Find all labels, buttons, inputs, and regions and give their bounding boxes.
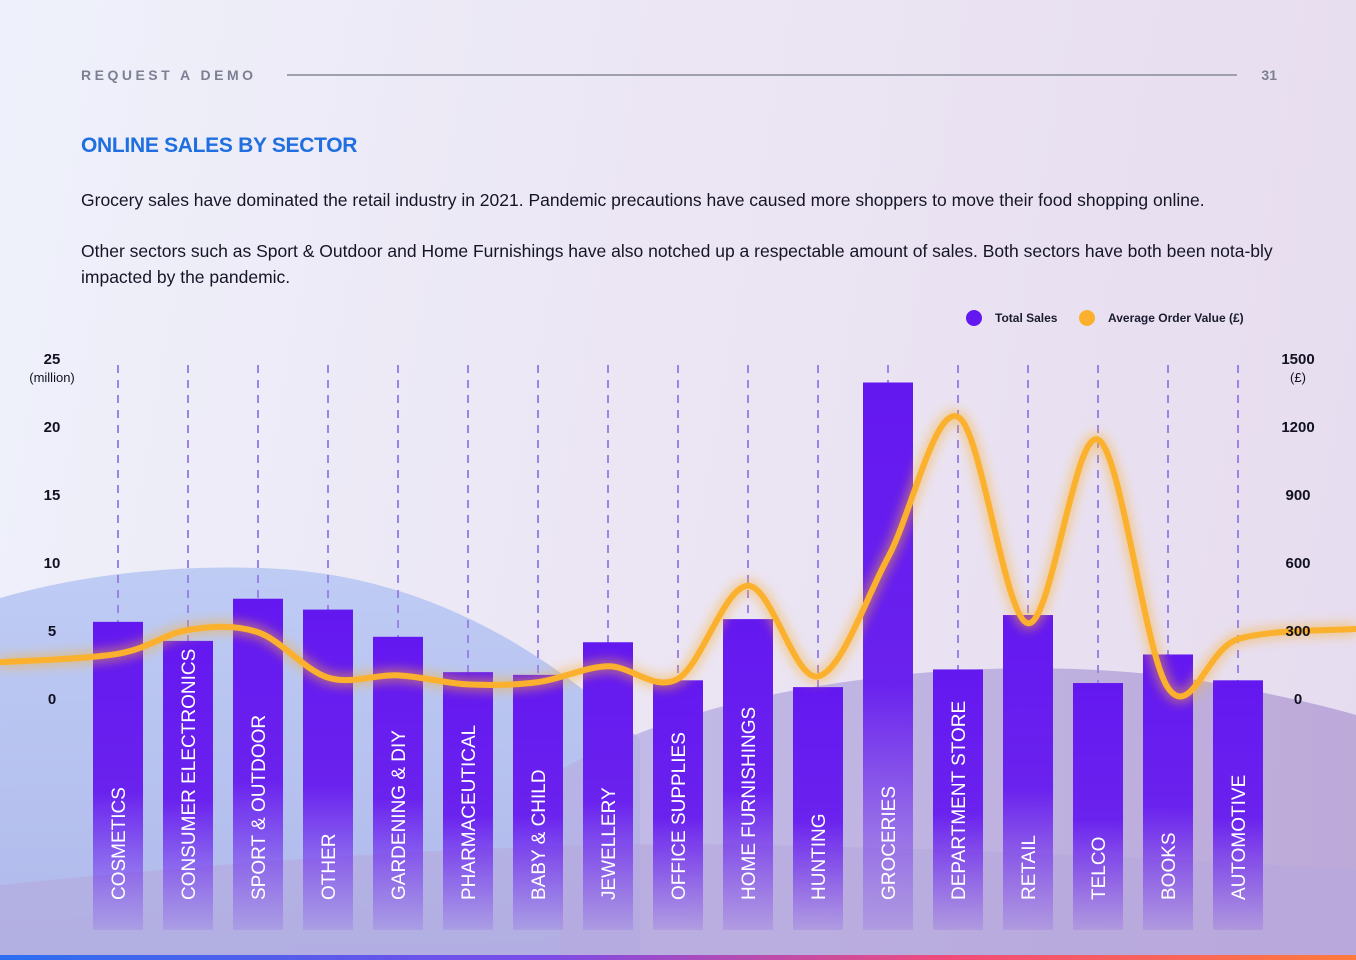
right-axis-tick-900: 900 (1285, 487, 1310, 504)
category-label-other: OTHER (319, 834, 340, 901)
right-axis-tick-1200: 1200 (1281, 419, 1314, 436)
category-label-department-store: DEPARTMENT STORE (949, 701, 970, 900)
right-axis-tick-300: 300 (1285, 623, 1310, 640)
category-label-cosmetics: COSMETICS (109, 787, 130, 900)
bottom-accent-bar (0, 955, 1356, 960)
legend-label-average-order-value: Average Order Value (£) (1108, 311, 1244, 325)
legend-label-total-sales: Total Sales (995, 311, 1058, 325)
right-axis-tick-1500: 1500 (1281, 351, 1314, 368)
left-axis-unit: (million) (29, 370, 75, 385)
category-label-hunting: HUNTING (809, 813, 830, 900)
left-axis-tick-5: 5 (48, 623, 56, 640)
category-label-baby-and-child: BABY & CHILD (529, 769, 550, 900)
left-axis-tick-20: 20 (44, 419, 61, 436)
category-label-books: BOOKS (1159, 832, 1180, 900)
category-label-pharmaceutical: PHARMACEUTICAL (459, 725, 480, 900)
sales-chart: COSMETICS CONSUMER ELECTRONICS SPORT & OUT… (0, 310, 1356, 955)
chart-legend: Total Sales Average Order Value (£) (966, 310, 1244, 326)
category-label-telco: TELCO (1089, 837, 1110, 900)
left-axis-tick-0: 0 (48, 691, 56, 708)
left-axis-tick-10: 10 (44, 555, 61, 572)
category-label-consumer-electronics: CONSUMER ELECTRONICS (179, 649, 200, 900)
legend-swatch-average-order-value (1079, 310, 1095, 326)
category-label-sport-and-outdoor: SPORT & OUTDOOR (249, 715, 270, 900)
left-axis-tick-25: 25 (44, 351, 61, 368)
right-axis-tick-600: 600 (1285, 555, 1310, 572)
category-label-automotive: AUTOMOTIVE (1229, 775, 1250, 900)
category-label-office-supplies: OFFICE SUPPLIES (669, 732, 690, 900)
right-axis-unit: (£) (1290, 370, 1306, 385)
left-axis-tick-15: 15 (44, 487, 61, 504)
legend-swatch-total-sales (966, 310, 982, 326)
right-axis-tick-0: 0 (1294, 691, 1302, 708)
category-label-home-furnishings: HOME FURNISHINGS (739, 707, 760, 900)
category-label-groceries: GROCERIES (879, 786, 900, 900)
category-label-jewellery: JEWELLERY (599, 787, 620, 900)
category-label-gardening-and-diy: GARDENING & DIY (389, 730, 410, 900)
category-label-retail: RETAIL (1019, 835, 1040, 900)
